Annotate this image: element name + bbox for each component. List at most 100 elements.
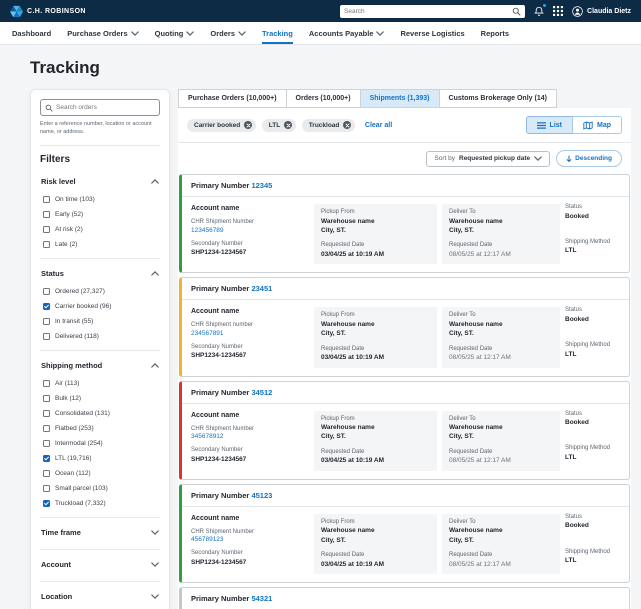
brand: C.H. ROBINSON <box>10 5 86 18</box>
remove-chip-icon[interactable] <box>343 121 352 129</box>
filter-option-intermodal[interactable]: Intermodal (254) <box>40 436 160 451</box>
pickup-date-value: 03/04/25 at 10:19 AM <box>321 250 384 258</box>
filter-section-toggle-location[interactable]: Location <box>40 586 160 607</box>
requested-date-label: Requested Date <box>449 242 493 249</box>
nav-item-dashboard[interactable]: Dashboard <box>12 22 51 44</box>
filter-option-late[interactable]: Late (2) <box>40 237 160 252</box>
filter-option-delivered[interactable]: Delivered (118) <box>40 329 160 344</box>
filter-section-toggle-risk-level[interactable]: Risk level <box>40 171 160 192</box>
filter-option-in-transit[interactable]: In transit (55) <box>40 314 160 329</box>
requested-date-label: Requested Date <box>449 448 493 455</box>
nav-item-reverse-logistics[interactable]: Reverse Logistics <box>400 22 464 44</box>
pickup-cell: Pickup From Warehouse name City, ST. Reques… <box>314 204 437 265</box>
tab-shipments-1-393[interactable]: Shipments (1,393) <box>359 89 440 108</box>
pickup-cell: Pickup From Warehouse name City, ST. Reques… <box>314 307 437 368</box>
filter-sections: Risk level On time (103) Early (52) At risk… <box>40 167 160 609</box>
checkbox-unchecked-icon[interactable] <box>43 332 50 340</box>
chr-logo-icon <box>10 5 23 18</box>
checkbox-unchecked-icon[interactable] <box>43 225 50 233</box>
checkbox-unchecked-icon[interactable] <box>43 240 50 248</box>
filter-option-at-risk[interactable]: At risk (2) <box>40 222 160 237</box>
filter-section-toggle-status[interactable]: Status <box>40 263 160 284</box>
clear-all-link[interactable]: Clear all <box>365 122 392 129</box>
filter-option-consolidated[interactable]: Consolidated (131) <box>40 406 160 421</box>
checkbox-unchecked-icon[interactable] <box>43 469 50 477</box>
status-cell: Status Booked Shipping Method LTL <box>565 514 620 574</box>
filter-option-small-parcel[interactable]: Small parcel (103) <box>40 481 160 496</box>
list-view-button[interactable]: List <box>525 116 573 134</box>
orders-search-input[interactable] <box>56 104 155 111</box>
apps-grid-icon[interactable] <box>553 6 564 16</box>
shipment-ids-cell: Account name CHR Shipment number 234567891… <box>191 307 309 367</box>
chr-shipment-number-link[interactable]: 234567891 <box>191 330 224 337</box>
filter-option-early[interactable]: Early (52) <box>40 207 160 222</box>
checkbox-unchecked-icon[interactable] <box>43 317 50 325</box>
chr-shipment-number-link[interactable]: 456789123 <box>191 536 224 543</box>
map-view-button[interactable]: Map <box>572 116 622 134</box>
primary-number-link[interactable]: 54321 <box>251 594 272 603</box>
search-helper-text: Enter a reference number, location or ac… <box>40 121 152 136</box>
search-icon[interactable] <box>512 7 521 16</box>
checkbox-checked-icon[interactable] <box>43 454 50 462</box>
checkbox-unchecked-icon[interactable] <box>43 484 50 492</box>
filter-option-carrier-booked[interactable]: Carrier booked (96) <box>40 299 160 314</box>
checkbox-unchecked-icon[interactable] <box>43 379 50 387</box>
filter-option-air[interactable]: Air (113) <box>40 376 160 391</box>
checkbox-unchecked-icon[interactable] <box>43 439 50 447</box>
pickup-from-label: Pickup From <box>321 415 355 422</box>
primary-number-link[interactable]: 45123 <box>251 491 272 500</box>
nav-item-reports[interactable]: Reports <box>481 22 509 44</box>
requested-date-label: Requested Date <box>449 552 493 559</box>
filter-option-ocean[interactable]: Ocean (112) <box>40 466 160 481</box>
user-menu[interactable]: Claudia Dietz <box>572 5 631 17</box>
checkbox-unchecked-icon[interactable] <box>43 424 50 432</box>
chevron-down-icon <box>130 30 139 36</box>
nav-item-purchase-orders[interactable]: Purchase Orders <box>67 22 139 44</box>
tab-purchase-orders-10-000[interactable]: Purchase Orders (10,000+) <box>178 89 287 108</box>
shipment-card-header: Primary Number 34512 <box>182 382 629 404</box>
checkbox-checked-icon[interactable] <box>43 499 50 507</box>
nav-item-tracking[interactable]: Tracking <box>262 22 293 44</box>
checkbox-checked-icon[interactable] <box>43 302 50 310</box>
filter-option-ltl[interactable]: LTL (19,716) <box>40 451 160 466</box>
deliver-to-label: Deliver To <box>449 209 476 215</box>
checkbox-unchecked-icon[interactable] <box>43 210 50 218</box>
main-content: Purchase Orders (10,000+) Orders (10,000+… <box>178 89 631 609</box>
filter-option-ordered[interactable]: Ordered (27,327) <box>40 284 160 299</box>
view-toggle: List Map <box>525 116 622 134</box>
filter-option-bulk[interactable]: Bulk (12) <box>40 391 160 406</box>
tab-customs-brokerage-only-14[interactable]: Customs Brokerage Only (14) <box>438 89 557 108</box>
sort-select[interactable]: Sort by Requested pickup date <box>426 150 551 167</box>
chr-shipment-number-link[interactable]: 123456789 <box>191 227 224 234</box>
nav-item-orders[interactable]: Orders <box>210 22 246 44</box>
primary-number-link[interactable]: 12345 <box>251 181 272 190</box>
nav-item-accounts-payable[interactable]: Accounts Payable <box>309 22 385 44</box>
filter-option-on-time[interactable]: On time (103) <box>40 192 160 207</box>
chr-shipment-number-link[interactable]: 345678912 <box>191 433 224 440</box>
checkbox-unchecked-icon[interactable] <box>43 195 50 203</box>
filter-option-truckload[interactable]: Truckload (7,332) <box>40 496 160 511</box>
filter-option-label: At risk (2) <box>55 225 83 233</box>
checkbox-unchecked-icon[interactable] <box>43 287 50 295</box>
nav-item-quoting[interactable]: Quoting <box>155 22 195 44</box>
filter-section-toggle-shipping-method[interactable]: Shipping method <box>40 355 160 376</box>
primary-number-label: Primary Number <box>191 490 252 500</box>
primary-number-link[interactable]: 23451 <box>251 284 272 293</box>
filter-section-toggle-time-frame[interactable]: Time frame <box>40 522 160 543</box>
filter-option-flatbed[interactable]: Flatbed (253) <box>40 421 160 436</box>
primary-number-link[interactable]: 34512 <box>251 388 272 397</box>
status-cell: Status Booked Shipping Method LTL <box>565 204 620 264</box>
notifications-bell-icon[interactable] <box>534 3 547 17</box>
global-search-input[interactable] <box>344 7 510 15</box>
checkbox-unchecked-icon[interactable] <box>43 394 50 402</box>
filter-section-toggle-account[interactable]: Account <box>40 554 160 575</box>
filter-option-label: Consolidated (131) <box>55 409 110 417</box>
delivery-cell: Deliver To Warehouse name City, ST. Request… <box>442 410 560 471</box>
tab-orders-10-000[interactable]: Orders (10,000+) <box>285 89 361 108</box>
chevron-down-icon <box>151 593 159 599</box>
sort-direction-button[interactable]: Descending <box>556 150 622 167</box>
checkbox-unchecked-icon[interactable] <box>43 409 50 417</box>
filter-section-account: Account <box>40 548 160 581</box>
remove-chip-icon[interactable] <box>244 121 253 129</box>
remove-chip-icon[interactable] <box>284 121 293 129</box>
